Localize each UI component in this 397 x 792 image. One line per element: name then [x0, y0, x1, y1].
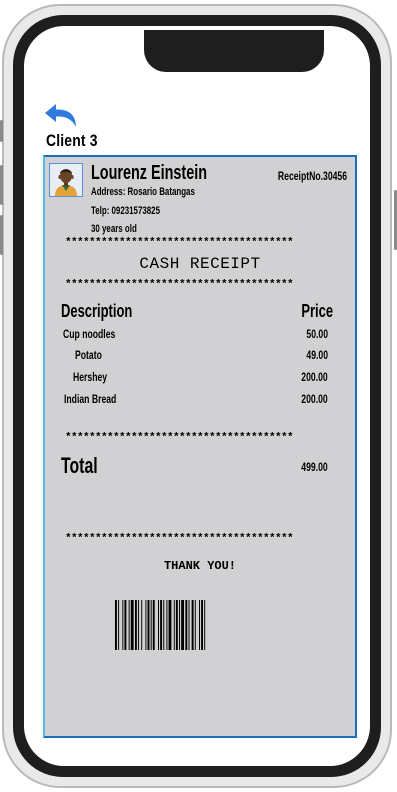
user-avatar-icon: [49, 163, 83, 197]
barcode-icon: [115, 600, 206, 650]
phone-notch: [144, 30, 324, 72]
item-price: 49.00: [306, 348, 328, 362]
item-name: Indian Bread: [64, 392, 117, 406]
barcode-bar: [166, 600, 168, 650]
barcode-bar: [152, 600, 155, 650]
total-label: Total: [61, 453, 98, 478]
customer-address: Address: Rosario Batangas: [91, 186, 195, 198]
barcode-bar: [168, 600, 172, 650]
separator-line: **************************************: [65, 533, 294, 545]
receipt-heading: CASH RECEIPT: [139, 255, 261, 273]
description-header: Description: [61, 301, 133, 321]
receipt-card: Lourenz Einstein Address: Rosario Batang…: [43, 155, 357, 738]
barcode-bar: [199, 600, 200, 650]
barcode-bar: [118, 600, 120, 650]
barcode-bar: [185, 600, 188, 650]
receipt-number: ReceiptNo.30456: [277, 169, 347, 183]
barcode-bar: [179, 600, 180, 650]
barcode-bar: [191, 600, 194, 650]
customer-age: 30 years old: [91, 223, 137, 235]
item-price: 200.00: [301, 370, 328, 384]
price-header: Price: [301, 301, 333, 321]
barcode-bar: [188, 600, 190, 650]
barcode-bar: [138, 600, 140, 650]
barcode-bar: [141, 600, 143, 650]
customer-name: Lourenz Einstein: [91, 162, 208, 184]
barcode-bar: [150, 600, 152, 650]
barcode-bar: [175, 600, 178, 650]
barcode-bar: [158, 600, 159, 650]
barcode-bar: [130, 600, 134, 650]
barcode-bar: [163, 600, 165, 650]
back-arrow-icon: [45, 104, 76, 127]
thank-you-text: THANK YOU!: [163, 559, 236, 573]
separator-line: **************************************: [65, 432, 294, 444]
barcode-bar: [115, 600, 117, 650]
barcode-bar: [173, 600, 175, 650]
barcode-bar: [201, 600, 203, 650]
customer-telephone: Telp: 09231573825: [91, 205, 160, 217]
item-name: Cup noodles: [63, 327, 116, 341]
barcode-bar: [128, 600, 130, 650]
barcode-bar: [147, 600, 150, 650]
item-name: Potato: [75, 348, 102, 362]
barcode-bar: [204, 600, 206, 650]
barcode-bar: [194, 600, 196, 650]
mute-switch: [0, 120, 3, 142]
item-price: 50.00: [306, 327, 328, 341]
barcode-bar: [134, 600, 137, 650]
volume-up-button: [0, 165, 3, 205]
client-title: Client 3: [46, 131, 98, 150]
total-value: 499.00: [301, 460, 328, 474]
barcode-bar: [124, 600, 127, 650]
volume-down-button: [0, 215, 3, 255]
item-price: 200.00: [301, 392, 328, 406]
barcode-bar: [160, 600, 163, 650]
back-button[interactable]: [44, 103, 84, 129]
separator-line: **************************************: [65, 279, 294, 291]
barcode-bar: [181, 600, 184, 650]
barcode-bar: [122, 600, 124, 650]
separator-line: **************************************: [65, 237, 294, 249]
barcode-bar: [145, 600, 147, 650]
item-name: Hershey: [73, 370, 108, 384]
